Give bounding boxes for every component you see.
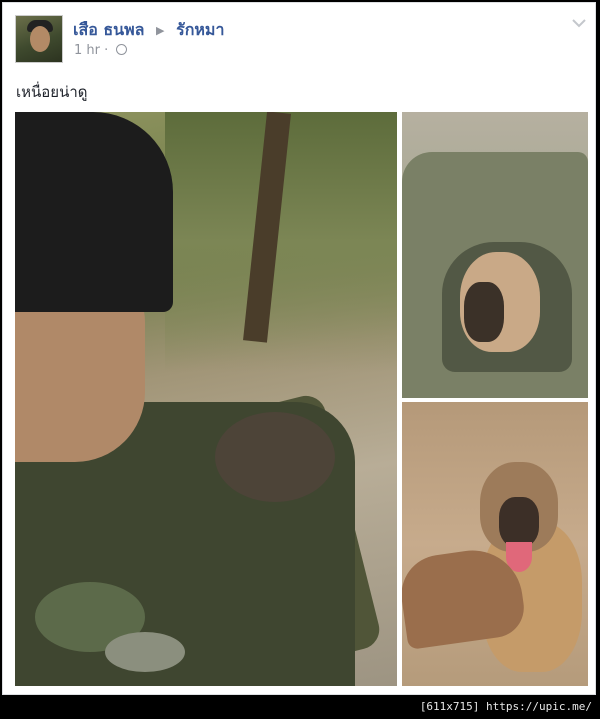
post-text: เหนื่อยน่าดู [16,83,88,101]
author-avatar[interactable] [15,15,63,63]
privacy-globe-icon[interactable] [116,44,128,55]
post-timestamp[interactable]: 1 hr [74,43,100,58]
image-watermark: [611x715] https://upic.me/ [419,700,592,713]
photo-dog-standing[interactable] [402,402,588,686]
photo-dog-in-pack [215,412,335,502]
author-name-link[interactable]: เสือ ธนพล [73,20,144,39]
photo-dog-muzzle [464,282,504,342]
post-card: เสือ ธนพล ▶ รักหมา 1 hr · เหนื่อยน่าดู [2,2,596,695]
photo-selfie[interactable] [15,112,397,686]
post-meta: 1 hr · [74,43,128,58]
chevron-down-icon[interactable] [571,17,587,29]
photo-camo-patch [105,632,185,672]
photo-dog-muzzle [499,497,539,547]
photo-hair [15,112,173,312]
avatar-face [30,26,50,52]
photo-dog-in-bag[interactable] [402,112,588,398]
meta-separator: · [104,43,109,58]
arrow-right-icon: ▶ [156,24,165,37]
post-header: เสือ ธนพล ▶ รักหมา [73,18,224,43]
group-name-link[interactable]: รักหมา [176,20,224,39]
